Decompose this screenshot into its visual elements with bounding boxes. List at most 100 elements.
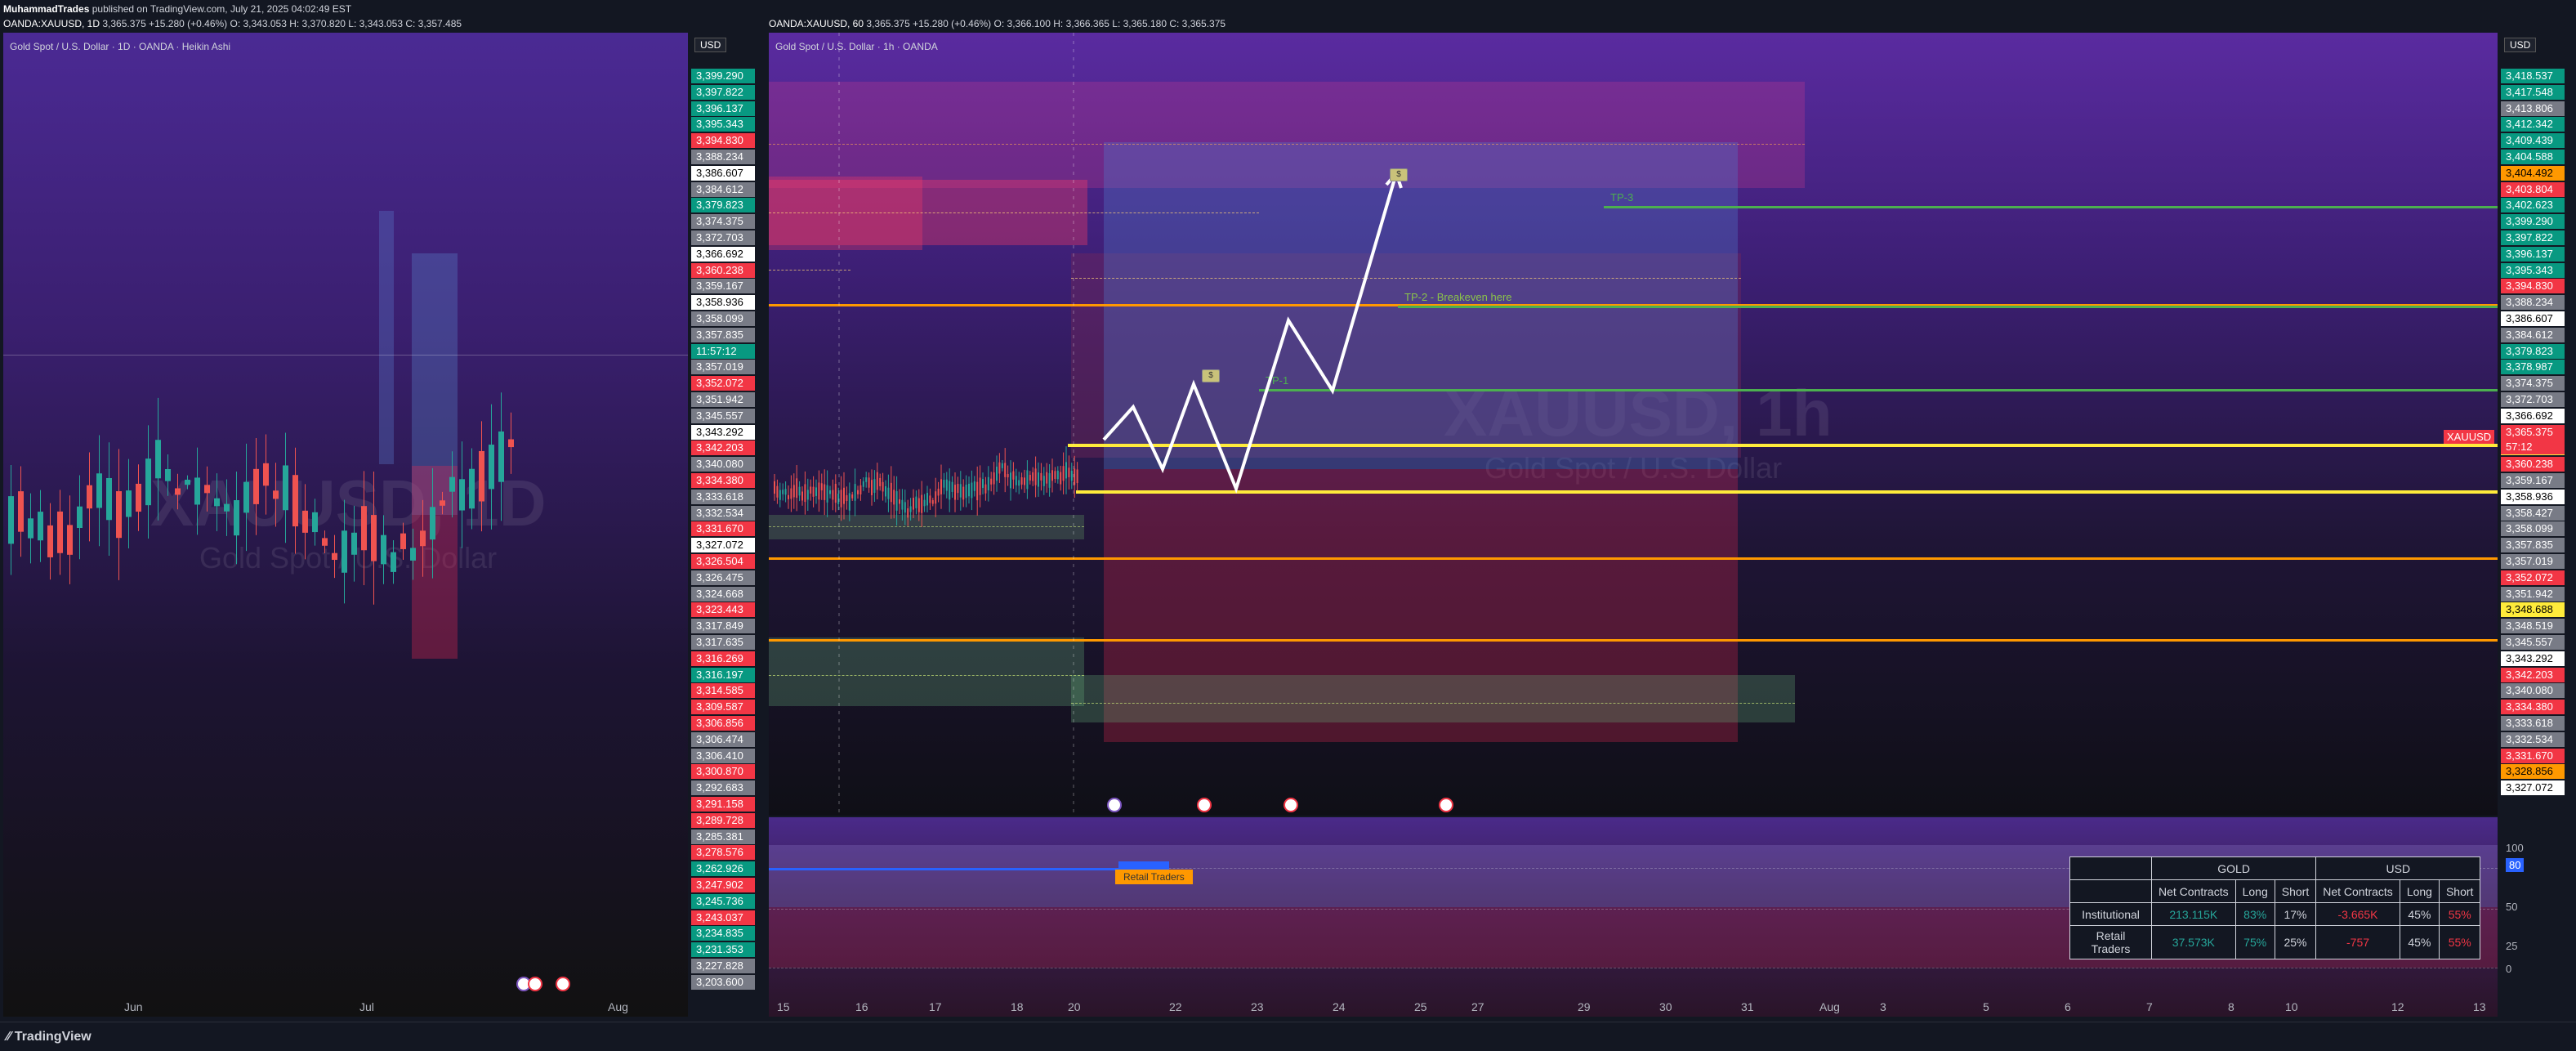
candle-body [410, 548, 416, 561]
cot-cell: -757 [2315, 925, 2400, 959]
price-label: 3,404.492 [2501, 165, 2565, 181]
candle-body [18, 491, 24, 532]
price-label: 3,396.137 [2501, 246, 2565, 262]
price-label: 3,384.612 [691, 181, 755, 197]
right-currency-label[interactable]: USD [2504, 38, 2537, 52]
time-tick: 22 [1169, 1000, 1182, 1013]
event-icon[interactable] [1197, 798, 1212, 812]
candle-body [47, 525, 53, 557]
retail-traders-label: Retail Traders [1115, 870, 1193, 884]
candle-body [508, 439, 514, 448]
candle-body [381, 534, 386, 565]
event-icon[interactable] [1284, 798, 1298, 812]
left-candles [8, 392, 514, 605]
author-name[interactable]: MuhammadTrades [3, 3, 89, 15]
price-label: 3,417.548 [2501, 84, 2565, 100]
screenshot-root: MuhammadTrades published on TradingView.… [0, 0, 2576, 1051]
candle-body [116, 491, 122, 539]
price-label: 3,331.670 [691, 521, 755, 537]
price-label: 3,357.019 [2501, 554, 2565, 569]
price-label: 3,292.683 [691, 780, 755, 796]
price-label: 3,384.612 [2501, 327, 2565, 342]
cot-empty [2069, 879, 2152, 903]
time-tick: 13 [2473, 1000, 2486, 1013]
right-chart-header: OANDA:XAUUSD, 60 3,365.375 +15.280 (+0.4… [769, 18, 1225, 29]
candle-body [106, 477, 112, 521]
candle-body [57, 511, 63, 553]
candle-body [479, 450, 484, 502]
cot-header-row: Net Contracts Long Short Net Contracts L… [2069, 879, 2481, 903]
cot-row-retail: Retail Traders 37.573K 75% 25% -757 45% … [2069, 925, 2481, 959]
price-label: 3,227.828 [691, 959, 755, 973]
symbol-tag: XAUUSD [2444, 430, 2495, 444]
price-label: 3,358.099 [2501, 521, 2565, 537]
event-icon[interactable] [1107, 798, 1122, 812]
cot-header: Short [2438, 879, 2481, 903]
time-tick: 16 [855, 1000, 868, 1013]
price-label: 3,324.668 [691, 586, 755, 602]
countdown-label: 57:12 [2501, 440, 2565, 454]
osc-scale-25: 25 [2506, 940, 2518, 952]
candle-body [96, 473, 102, 508]
cot-empty [2069, 856, 2152, 880]
price-label: 3,403.804 [2501, 181, 2565, 197]
price-label: 3,352.072 [691, 376, 755, 391]
time-tick: 29 [1578, 1000, 1591, 1013]
cot-table: GOLD USD Net Contracts Long Short Net Co… [2069, 856, 2481, 959]
osc-scale-50: 50 [2506, 901, 2518, 913]
price-label: 3,359.167 [2501, 473, 2565, 488]
left-time-axis[interactable]: Jun Jul Aug [3, 999, 688, 1017]
event-icon[interactable] [528, 977, 542, 991]
event-icon[interactable] [1439, 798, 1453, 812]
price-label: 3,374.375 [691, 214, 755, 230]
price-label: 3,316.269 [691, 651, 755, 666]
right-symbol[interactable]: OANDA:XAUUSD, 60 [769, 18, 864, 29]
candle-body [194, 477, 200, 505]
price-label: 3,397.822 [2501, 230, 2565, 245]
candle-body [136, 483, 141, 512]
money-icon[interactable]: $ [1202, 369, 1220, 382]
event-icon[interactable] [556, 977, 570, 991]
right-time-axis[interactable]: 15 16 17 18 20 22 23 24 25 27 29 30 31 Aug 3 5 6 7 8 10 12 13 [769, 999, 2498, 1017]
price-label: 3,394.830 [691, 133, 755, 149]
price-label: 3,402.623 [2501, 198, 2565, 213]
time-tick: 10 [2285, 1000, 2298, 1013]
cot-cell: 17% [2274, 902, 2317, 926]
price-label: 3,358.936 [2501, 489, 2565, 504]
price-label: 3,388.234 [2501, 295, 2565, 311]
oscillator-pane[interactable]: Retail Traders GOLD USD Net Contracts Lo… [769, 817, 2498, 1017]
cot-cell: 213.115K [2151, 902, 2236, 926]
time-tick: 24 [1333, 1000, 1346, 1013]
price-label: 3,413.806 [2501, 101, 2565, 116]
time-tick: 30 [1659, 1000, 1672, 1013]
candle-body [273, 490, 279, 499]
cot-row-institutional: Institutional 213.115K 83% 17% -3.665K 4… [2069, 902, 2481, 926]
time-tick: 18 [1011, 1000, 1024, 1013]
money-icon[interactable]: $ [1390, 168, 1408, 181]
price-label: 3,234.835 [691, 926, 755, 941]
price-label: 3,285.381 [691, 829, 755, 844]
left-chart-pane[interactable]: Gold Spot / U.S. Dollar · 1D · OANDA · H… [3, 33, 688, 1017]
cot-cell: 45% [2399, 902, 2440, 926]
osc-scale-0: 0 [2506, 963, 2512, 975]
cot-group-usd: USD [2315, 856, 2481, 880]
cot-cell: -3.665K [2315, 902, 2400, 926]
left-currency-label[interactable]: USD [694, 38, 727, 52]
price-label: 3,342.203 [2501, 667, 2565, 682]
candle-body [67, 525, 73, 555]
price-label: 3,378.987 [2501, 360, 2565, 375]
price-label: 3,372.703 [691, 230, 755, 245]
left-price-axis[interactable]: USD 3,399.290 3,397.822 3,396.137 3,395.343… [691, 33, 760, 1017]
tradingview-logo[interactable]: ⁄⁄ TradingView [7, 1030, 92, 1044]
price-label: 3,348.519 [2501, 619, 2565, 634]
right-price-axis[interactable]: USD 3,418.537 3,417.548 3,413.806 3,412.342… [2501, 33, 2576, 1017]
candle-body [498, 431, 504, 482]
candle-body [38, 512, 43, 541]
right-chart-pane[interactable]: Gold Spot / U.S. Dollar · 1h · OANDA XAU… [769, 33, 2498, 816]
left-symbol[interactable]: OANDA:XAUUSD, 1D [3, 18, 100, 29]
candle-body [430, 507, 435, 540]
candle-body [126, 490, 132, 517]
candle-body [77, 506, 83, 529]
price-label: 3,352.072 [2501, 570, 2565, 585]
price-label: 3,409.439 [2501, 133, 2565, 149]
